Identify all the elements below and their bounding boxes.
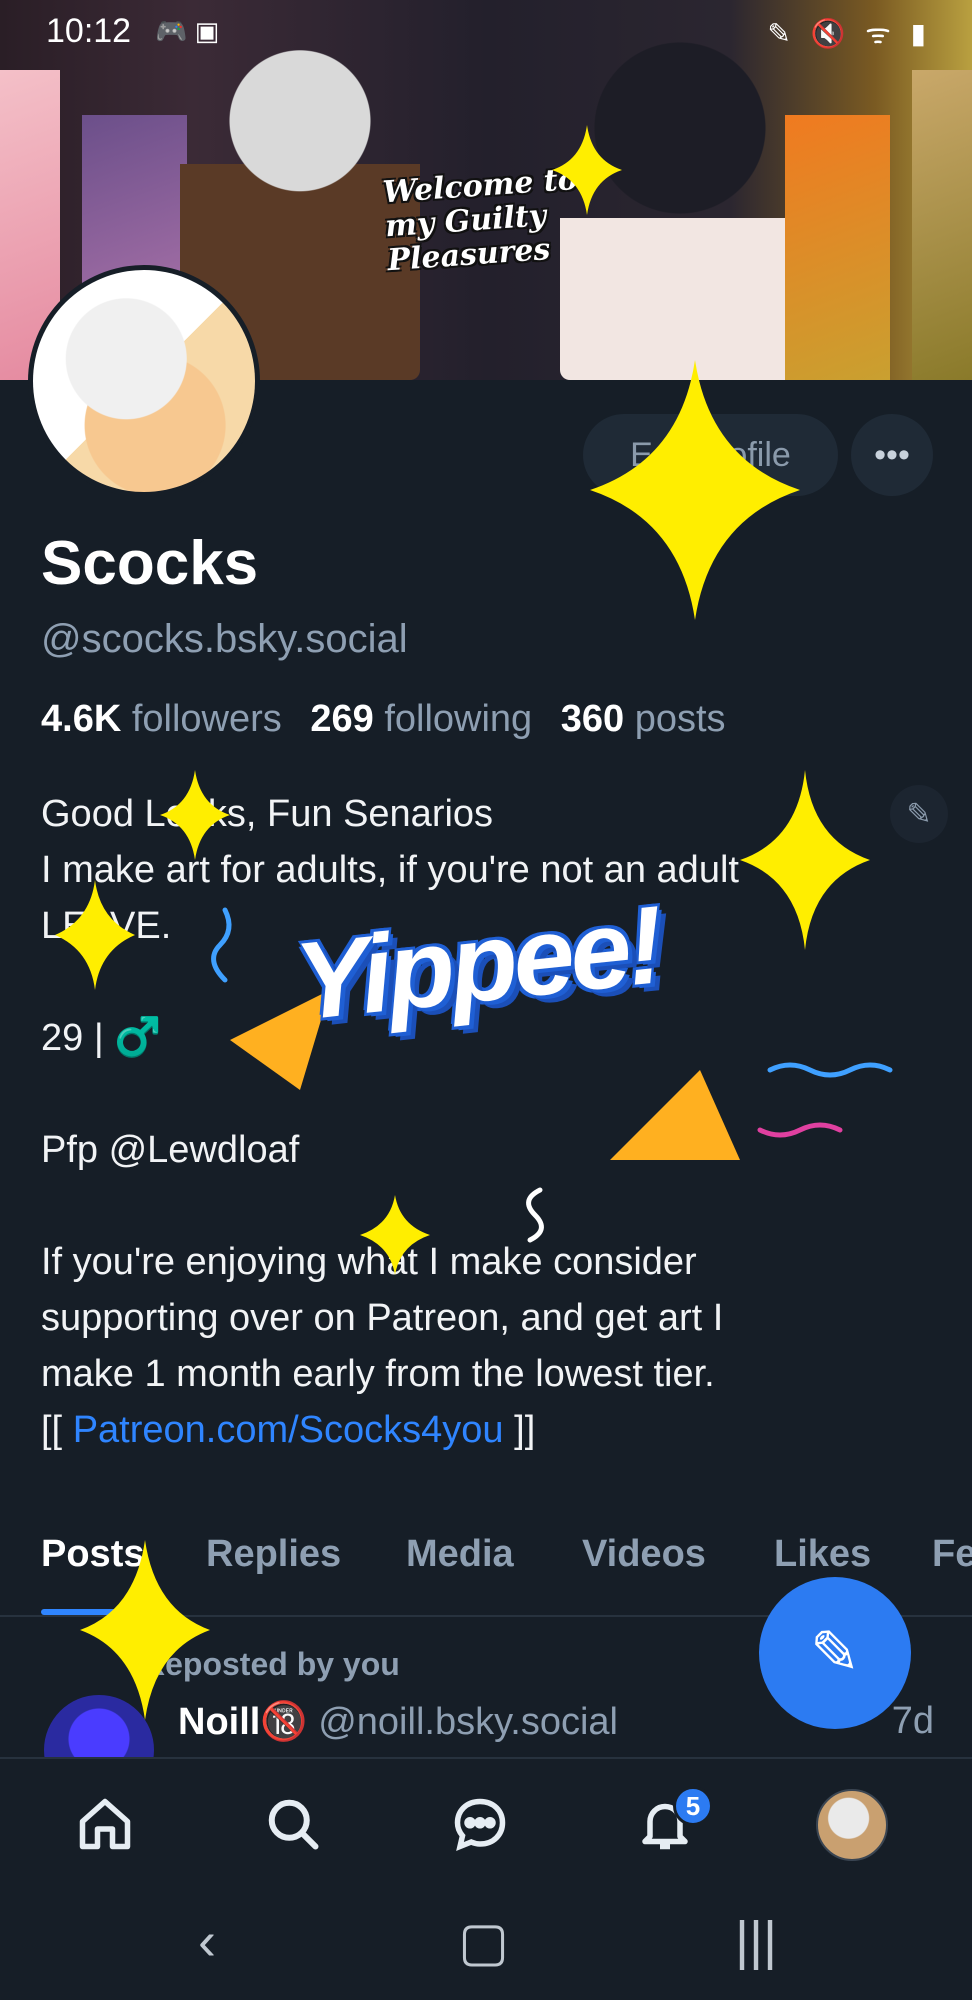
pencil-icon[interactable]: ✎: [890, 785, 948, 843]
notifications-badge: 5: [673, 1786, 713, 1826]
profile-avatar[interactable]: [28, 265, 260, 497]
banner-text: Welcome to my Guilty Pleasures: [381, 161, 579, 279]
banner-art-panel: [912, 70, 972, 380]
status-bar: 10:12 🎮 ▣ ✎ 🔇 ᯤ ▮: [0, 0, 972, 60]
bottom-navigation: 5: [0, 1757, 972, 1892]
tab-replies[interactable]: Replies: [206, 1533, 341, 1576]
tab-videos[interactable]: Videos: [582, 1533, 706, 1576]
patreon-link[interactable]: Patreon.com/Scocks4you: [73, 1409, 504, 1451]
avatar-image: [33, 270, 255, 492]
post-timestamp: 7d: [891, 1700, 934, 1742]
following-label: following: [384, 698, 533, 740]
bio-line: LEAVE.: [41, 905, 172, 947]
bio-line: supporting over on Patreon, and get art …: [41, 1297, 724, 1339]
post-author-line[interactable]: Noill🔞 @noill.bsky.social: [178, 1700, 618, 1744]
bio-line: [[ Patreon.com/Scocks4you ]]: [41, 1402, 891, 1458]
edit-profile-button[interactable]: Edit profile: [583, 414, 838, 496]
repost-indicator: Reposted by you: [142, 1646, 400, 1682]
compose-button[interactable]: ✎: [759, 1577, 911, 1729]
bio-line: If you're enjoying what I make consider: [41, 1241, 697, 1283]
post-author-name: Noill🔞: [178, 1701, 308, 1743]
profile-bio: Good Looks, Fun Senarios I make art for …: [41, 786, 891, 1458]
home-icon[interactable]: [70, 1789, 140, 1859]
system-navigation: ‹ ▢ |||: [0, 1892, 972, 2000]
bio-line: I make art for adults, if you're not an …: [41, 849, 739, 891]
profile-handle: @scocks.bsky.social: [41, 617, 408, 661]
bio-bracket: ]]: [503, 1409, 536, 1451]
compose-icon: ✎: [809, 1619, 861, 1686]
banner-art-panel: [785, 115, 890, 380]
tab-likes[interactable]: Likes: [774, 1533, 871, 1576]
home-system-icon[interactable]: ▢: [458, 1910, 509, 1973]
posts-stat: 360 posts: [561, 698, 726, 740]
post-author-handle: @noill.bsky.social: [318, 1701, 618, 1743]
notification-icons: 🎮 ▣: [155, 16, 220, 46]
bio-line: make 1 month early from the lowest tier.: [41, 1353, 715, 1395]
tab-posts[interactable]: Posts: [41, 1533, 144, 1576]
bio-line: 29 | ♂️: [41, 1017, 162, 1059]
bio-mention[interactable]: Pfp @Lewdloaf: [41, 1122, 891, 1178]
search-icon[interactable]: [258, 1789, 328, 1859]
tab-feeds[interactable]: Fe: [932, 1533, 972, 1576]
bio-bracket: [[: [41, 1409, 73, 1451]
back-icon[interactable]: ‹: [198, 1910, 216, 1972]
followers-count: 4.6K: [41, 698, 122, 740]
more-options-button[interactable]: •••: [851, 414, 933, 496]
following-count: 269: [310, 698, 374, 740]
profile-stats: 4.6K followers 269 following 360 posts: [41, 698, 744, 741]
tab-media[interactable]: Media: [406, 1533, 514, 1576]
chat-icon[interactable]: [445, 1789, 515, 1859]
system-status-icons: ✎ 🔇 ᯤ ▮: [767, 18, 932, 49]
bio-line: Good Looks, Fun Senarios: [41, 793, 494, 835]
active-tab-indicator: [41, 1609, 171, 1615]
followers-label: followers: [131, 698, 282, 740]
following-stat[interactable]: 269 following: [310, 698, 532, 740]
profile-nav-avatar[interactable]: [816, 1789, 888, 1861]
profile-name: Scocks: [41, 529, 259, 598]
followers-stat[interactable]: 4.6K followers: [41, 698, 282, 740]
posts-label: posts: [634, 698, 726, 740]
recent-apps-icon[interactable]: |||: [735, 1910, 777, 1972]
posts-count: 360: [560, 698, 625, 740]
status-time: 10:12: [46, 12, 132, 50]
